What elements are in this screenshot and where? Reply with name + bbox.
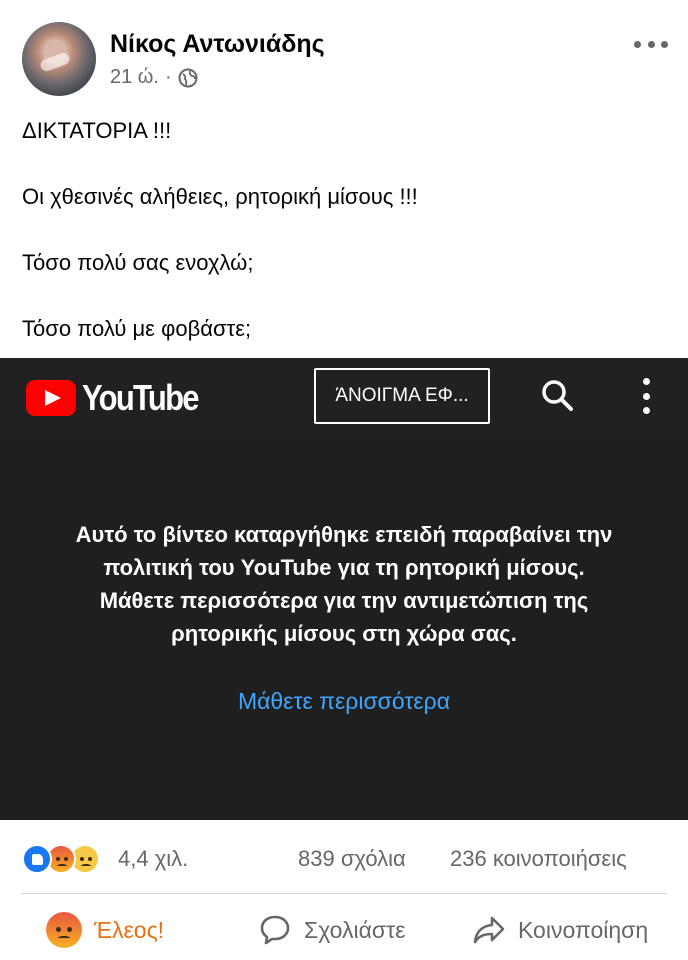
react-button[interactable]: Έλεος! [46, 910, 164, 950]
post-line: Τόσο πολύ σας ενοχλώ; [22, 250, 254, 275]
reaction-icons[interactable] [22, 844, 100, 874]
shares-count[interactable]: 236 κοινοποιήσεις [450, 846, 627, 872]
post-stats: 4,4 χιλ. 839 σχόλια 236 κοινοποιήσεις [0, 830, 688, 890]
youtube-play-icon [26, 380, 76, 416]
reaction-count[interactable]: 4,4 χιλ. [118, 846, 188, 872]
share-button[interactable]: Κοινοποίηση [472, 910, 648, 950]
youtube-top-bar: YouTube ΆΝΟΙΓΜΑ ΕΦ... [0, 358, 688, 438]
post-meta: 21 ώ. · [110, 66, 198, 89]
comment-button[interactable]: Σχολιάστε [258, 910, 405, 950]
comment-label: Σχολιάστε [304, 916, 406, 943]
search-icon[interactable] [540, 378, 574, 412]
learn-more-link[interactable]: Μάθετε περισσότερα [0, 688, 688, 715]
globe-icon [178, 68, 198, 87]
react-label: Έλεος! [94, 916, 165, 943]
message-line: πολιτική του YouTube για τη ρητορική μίσ… [103, 555, 585, 580]
author-avatar[interactable] [22, 22, 96, 96]
post-header: Νίκος Αντωνιάδης 21 ώ. · [0, 0, 688, 110]
post-line: Οι χθεσινές αλήθειες, ρητορική μίσους !!… [22, 184, 418, 209]
like-icon [22, 844, 52, 874]
post-time[interactable]: 21 ώ. [110, 66, 159, 89]
open-app-button[interactable]: ΆΝΟΙΓΜΑ ΕΦ... [314, 368, 490, 424]
comment-icon [260, 915, 290, 945]
youtube-logo[interactable]: YouTube [26, 377, 217, 418]
meta-separator: · [164, 66, 172, 88]
post-line: ΔΙΚΤΑΤΟΡΙΑ !!! [22, 118, 172, 143]
author-name[interactable]: Νίκος Αντωνιάδης [110, 30, 325, 59]
message-line: Μάθετε περισσότερα για την αντιμετώπιση … [99, 588, 589, 613]
share-label: Κοινοποίηση [518, 916, 649, 943]
post-line: Τόσο πολύ με φοβάστε; [22, 316, 252, 341]
post-text: ΔΙΚΤΑΤΟΡΙΑ !!! Οι χθεσινές αλήθειες, ρητ… [22, 118, 662, 382]
angry-icon [46, 912, 82, 948]
divider [22, 893, 666, 894]
action-bar: Έλεος! Σχολιάστε Κοινοποίηση [0, 900, 688, 960]
comments-count[interactable]: 839 σχόλια [298, 846, 406, 872]
share-icon [473, 916, 505, 944]
video-removed-message: Αυτό το βίντεο καταργήθηκε επειδή παραβα… [24, 518, 664, 650]
more-options-icon[interactable] [634, 32, 668, 56]
youtube-wordmark: YouTube [82, 377, 200, 418]
message-line: ρητορικής μίσους στη χώρα σας. [171, 621, 517, 646]
youtube-menu-icon[interactable] [636, 378, 656, 414]
message-line: Αυτό το βίντεο καταργήθηκε επειδή παραβα… [75, 522, 613, 547]
youtube-embed[interactable]: YouTube ΆΝΟΙΓΜΑ ΕΦ... Αυτό το βίντεο κατ… [0, 358, 688, 820]
